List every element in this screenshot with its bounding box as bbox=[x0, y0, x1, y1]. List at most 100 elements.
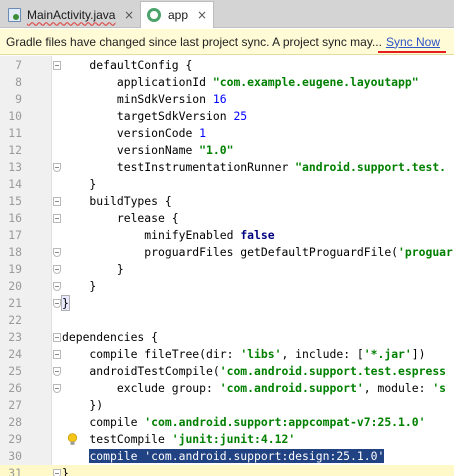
line-number: 26 bbox=[8, 381, 22, 395]
code-line[interactable]: 19 } bbox=[0, 261, 454, 278]
line-number: 16 bbox=[8, 211, 22, 225]
code-line[interactable]: 27 }) bbox=[0, 397, 454, 414]
line-number: 20 bbox=[8, 279, 22, 293]
line-number: 9 bbox=[15, 92, 22, 106]
code-line[interactable]: 13 testInstrumentationRunner "android.su… bbox=[0, 159, 454, 176]
code-line[interactable]: 24 compile fileTree(dir: 'libs', include… bbox=[0, 346, 454, 363]
code-line[interactable]: 20 } bbox=[0, 278, 454, 295]
code-text: testInstrumentationRunner "android.suppo… bbox=[62, 160, 447, 174]
code-line[interactable]: 14 } bbox=[0, 176, 454, 193]
sync-now-link[interactable]: Sync Now bbox=[386, 35, 440, 49]
code-text: } bbox=[62, 279, 97, 293]
code-editor[interactable]: 7 defaultConfig {8 applicationId "com.ex… bbox=[0, 56, 454, 476]
code-line[interactable]: 18 proguardFiles getDefaultProguardFile(… bbox=[0, 244, 454, 261]
code-line[interactable]: 25 androidTestCompile('com.android.suppo… bbox=[0, 363, 454, 380]
line-number: 14 bbox=[8, 177, 22, 191]
code-line[interactable]: 8 applicationId "com.example.eugene.layo… bbox=[0, 74, 454, 91]
code-line[interactable]: 22 bbox=[0, 312, 454, 329]
line-number: 18 bbox=[8, 245, 22, 259]
code-text: } bbox=[62, 262, 124, 276]
code-text: androidTestCompile('com.android.support.… bbox=[62, 364, 447, 378]
fold-marker-icon[interactable] bbox=[53, 367, 61, 376]
editor-tab-bar: MainActivity.java × app × bbox=[0, 0, 454, 28]
line-number: 8 bbox=[15, 75, 22, 89]
line-number: 27 bbox=[8, 398, 22, 412]
line-number: 23 bbox=[8, 330, 22, 344]
line-number: 31 bbox=[8, 466, 22, 476]
code-line[interactable]: 30 compile 'com.android.support:design:2… bbox=[0, 448, 454, 465]
code-line[interactable]: 26 exclude group: 'com.android.support',… bbox=[0, 380, 454, 397]
code-line[interactable]: 31} bbox=[0, 465, 454, 476]
code-line[interactable]: 11 versionCode 1 bbox=[0, 125, 454, 142]
code-text: minSdkVersion 16 bbox=[62, 92, 227, 106]
tab-main-activity[interactable]: MainActivity.java × bbox=[2, 2, 140, 27]
code-text: } bbox=[62, 466, 69, 476]
code-text: testCompile 'junit:junit:4.12' bbox=[62, 432, 296, 446]
fold-marker-icon[interactable] bbox=[53, 282, 61, 291]
fold-marker-icon[interactable] bbox=[53, 333, 61, 342]
tab-label: MainActivity.java bbox=[27, 7, 116, 22]
line-number: 15 bbox=[8, 194, 22, 208]
line-number: 25 bbox=[8, 364, 22, 378]
fold-marker-icon[interactable] bbox=[53, 265, 61, 274]
code-text: compile fileTree(dir: 'libs', include: [… bbox=[62, 347, 426, 361]
annotation-underline bbox=[378, 51, 446, 53]
fold-marker-icon[interactable] bbox=[53, 469, 61, 476]
line-number: 24 bbox=[8, 347, 22, 361]
fold-marker-icon[interactable] bbox=[53, 248, 61, 257]
line-number: 13 bbox=[8, 160, 22, 174]
gradle-sync-banner: Gradle files have changed since last pro… bbox=[0, 29, 454, 55]
code-line[interactable]: 17 minifyEnabled false bbox=[0, 227, 454, 244]
line-number: 11 bbox=[8, 126, 22, 140]
java-class-icon bbox=[8, 7, 21, 22]
line-number: 29 bbox=[8, 432, 22, 446]
code-text: versionName "1.0" bbox=[62, 143, 234, 157]
line-number: 10 bbox=[8, 109, 22, 123]
code-text: proguardFiles getDefaultProguardFile('pr… bbox=[62, 245, 453, 259]
code-text: dependencies { bbox=[62, 330, 159, 344]
code-text: compile 'com.android.support:appcompat-v… bbox=[62, 415, 426, 429]
code-line[interactable]: 9 minSdkVersion 16 bbox=[0, 91, 454, 108]
sync-message: Gradle files have changed since last pro… bbox=[6, 34, 382, 49]
fold-marker-icon[interactable] bbox=[53, 61, 61, 70]
code-text: buildTypes { bbox=[62, 194, 172, 208]
code-text: compile 'com.android.support:design:25.1… bbox=[89, 449, 385, 463]
lightbulb-icon[interactable] bbox=[67, 433, 78, 446]
tab-label: app bbox=[168, 8, 189, 22]
code-text: } bbox=[61, 295, 70, 311]
fold-marker-icon[interactable] bbox=[53, 299, 61, 308]
code-line[interactable]: 16 release { bbox=[0, 210, 454, 227]
code-text: minifyEnabled false bbox=[62, 228, 275, 242]
gradle-icon bbox=[147, 8, 161, 22]
code-line[interactable]: 15 buildTypes { bbox=[0, 193, 454, 210]
fold-marker-icon[interactable] bbox=[53, 197, 61, 206]
code-text: applicationId "com.example.eugene.layout… bbox=[62, 75, 419, 89]
line-number: 30 bbox=[8, 449, 22, 463]
code-text: exclude group: 'com.android.support', mo… bbox=[62, 381, 447, 395]
code-line[interactable]: 12 versionName "1.0" bbox=[0, 142, 454, 159]
code-text: versionCode 1 bbox=[62, 126, 207, 140]
close-icon[interactable]: × bbox=[195, 8, 209, 22]
code-text: }) bbox=[62, 398, 104, 412]
line-number: 19 bbox=[8, 262, 22, 276]
code-line[interactable]: 21} bbox=[0, 295, 454, 312]
code-text: defaultConfig { bbox=[62, 58, 193, 72]
code-line[interactable]: 28 compile 'com.android.support:appcompa… bbox=[0, 414, 454, 431]
line-number: 12 bbox=[8, 143, 22, 157]
line-number: 22 bbox=[8, 313, 22, 327]
fold-marker-icon[interactable] bbox=[53, 214, 61, 223]
code-line[interactable]: 7 defaultConfig { bbox=[0, 57, 454, 74]
close-icon[interactable]: × bbox=[122, 8, 136, 22]
code-text: release { bbox=[62, 211, 179, 225]
line-number: 21 bbox=[8, 296, 22, 310]
fold-marker-icon[interactable] bbox=[53, 384, 61, 393]
code-line[interactable]: 29 testCompile 'junit:junit:4.12' bbox=[0, 431, 454, 448]
code-line[interactable]: 10 targetSdkVersion 25 bbox=[0, 108, 454, 125]
code-line[interactable]: 23 dependencies { bbox=[0, 329, 454, 346]
line-number: 7 bbox=[15, 58, 22, 72]
code-text: targetSdkVersion 25 bbox=[62, 109, 248, 123]
fold-marker-icon[interactable] bbox=[53, 163, 61, 172]
tab-app-gradle[interactable]: app × bbox=[140, 1, 214, 28]
fold-marker-icon[interactable] bbox=[53, 350, 61, 359]
code-text: } bbox=[62, 177, 97, 191]
